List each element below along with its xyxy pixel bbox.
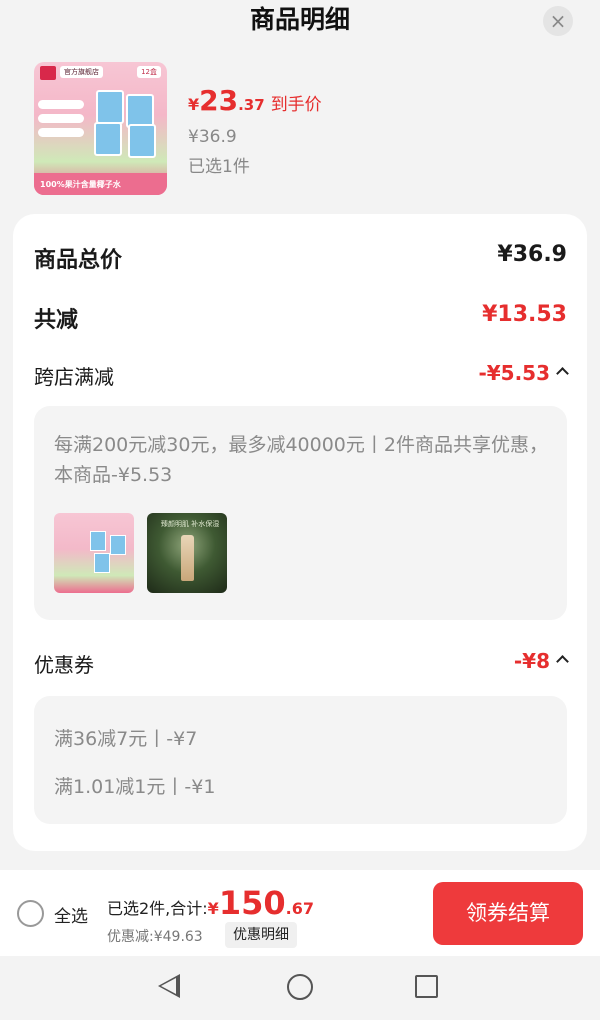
cross-store-detail: 每满200元减30元，最多减40000元丨2件商品共享优惠，本商品-¥5.53 …	[34, 406, 567, 620]
recent-apps-icon[interactable]	[415, 975, 438, 998]
price-decimal: .37	[238, 96, 265, 114]
count-badge: 12盒	[137, 66, 161, 78]
total-symbol: ¥	[207, 899, 219, 918]
order-total: 已选2件,合计:¥150.67	[107, 884, 314, 922]
product-carton	[128, 124, 156, 158]
price-breakdown-card: 商品总价 ¥36.9 共减 ¥13.53 跨店满减 -¥5.53 每满200元减…	[13, 214, 587, 851]
skincare-thumb-text: 臻颜明肌 补水保湿	[161, 520, 220, 528]
brand-logo	[40, 66, 56, 80]
cross-store-value-wrap: -¥5.53	[478, 361, 569, 385]
discount-total: 优惠减:¥49.63	[107, 929, 203, 945]
sheet-header: 商品明细 ×	[0, 0, 600, 44]
coupon-detail: 满36减7元丨-¥7 满1.01减1元丨-¥1	[34, 696, 567, 824]
feature-tag	[38, 100, 84, 109]
product-carton	[90, 531, 106, 551]
coupon-label: 优惠券	[34, 653, 94, 677]
back-icon[interactable]	[158, 974, 180, 998]
skincare-thumbnail[interactable]: 臻颜明肌 补水保湿	[147, 513, 227, 593]
cross-store-row[interactable]: 跨店满减 -¥5.53	[34, 361, 569, 397]
sheet-title: 商品明细	[249, 5, 350, 34]
home-icon[interactable]	[287, 974, 313, 1000]
feature-tag	[38, 114, 84, 123]
detail-sheet: 商品明细 × 官方旗舰店 12盒 100%果汁含量椰子水 ¥23.37 到手价 ¥…	[0, 0, 600, 870]
shop-badge: 官方旗舰店	[60, 66, 103, 78]
product-thumbnail[interactable]: 官方旗舰店 12盒 100%果汁含量椰子水	[34, 62, 167, 195]
total-value: ¥36.9	[497, 242, 567, 267]
selected-count: 已选1件	[188, 157, 250, 177]
promo-strip-text: 100%果汁含量椰子水	[40, 180, 121, 189]
cross-store-value: -¥5.53	[478, 361, 550, 385]
product-carton	[110, 535, 126, 555]
cross-store-description: 每满200元减30元，最多减40000元丨2件商品共享优惠，本商品-¥5.53	[54, 434, 548, 486]
coupon-line: 满1.01减1元丨-¥1	[54, 776, 216, 798]
total-label: 商品总价	[34, 248, 123, 273]
price-symbol: ¥	[188, 95, 200, 114]
chevron-up-icon[interactable]	[556, 367, 569, 380]
coupon-row[interactable]: 优惠券 -¥8	[34, 649, 569, 685]
final-price: ¥23.37 到手价	[188, 84, 322, 122]
reduce-value: ¥13.53	[482, 302, 567, 327]
skincare-bottle	[181, 535, 194, 581]
order-summary-text: 已选2件,合计:	[107, 899, 208, 918]
coconut-water-thumbnail[interactable]	[54, 513, 134, 593]
select-all-label[interactable]: 全选	[54, 902, 88, 927]
discount-detail-button[interactable]: 优惠明细	[225, 922, 297, 948]
coupon-line: 满36减7元丨-¥7	[54, 728, 198, 750]
coupon-value-wrap: -¥8	[513, 649, 569, 673]
checkout-button[interactable]: 领券结算	[433, 882, 583, 945]
select-all-radio[interactable]	[17, 900, 44, 927]
product-carton	[94, 553, 110, 573]
chevron-up-icon[interactable]	[556, 655, 569, 668]
feature-tag	[38, 128, 84, 137]
close-icon[interactable]: ×	[543, 6, 573, 36]
total-integer: 150	[218, 884, 286, 922]
product-carton	[94, 122, 122, 156]
checkout-bar: 全选 已选2件,合计:¥150.67 优惠减:¥49.63 优惠明细 领券结算	[0, 870, 600, 956]
product-carton	[96, 90, 124, 124]
price-integer: 23	[199, 84, 239, 117]
product-summary: 官方旗舰店 12盒 100%果汁含量椰子水 ¥23.37 到手价 ¥36.9 已选…	[34, 62, 574, 197]
coupon-value: -¥8	[513, 649, 550, 673]
original-price: ¥36.9	[188, 127, 237, 147]
cross-store-label: 跨店满减	[34, 365, 114, 389]
price-label: 到手价	[270, 95, 322, 115]
product-info: ¥23.37 到手价 ¥36.9 已选1件	[188, 84, 322, 182]
total-row: 商品总价 ¥36.9	[34, 242, 567, 278]
total-decimal: .67	[285, 899, 314, 918]
reduce-label: 共减	[34, 308, 79, 333]
product-carton	[126, 94, 154, 128]
system-nav-bar	[0, 956, 600, 1020]
reduce-row: 共减 ¥13.53	[34, 302, 567, 338]
